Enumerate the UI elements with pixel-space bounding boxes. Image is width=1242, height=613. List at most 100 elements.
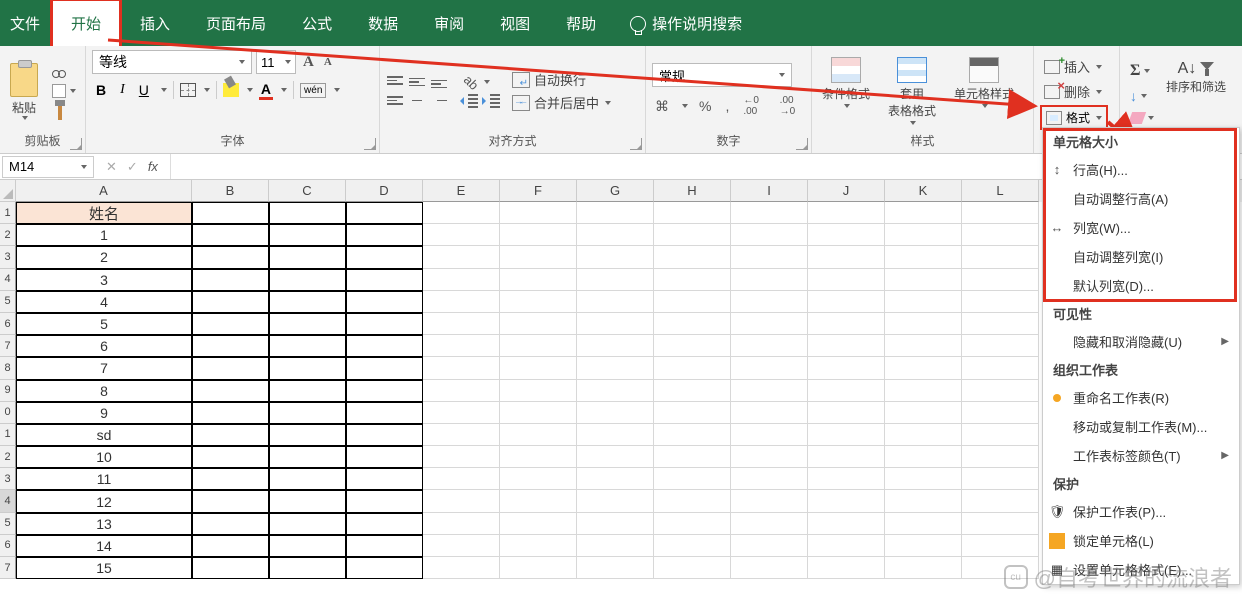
cell[interactable] [808, 446, 885, 468]
cell[interactable] [808, 335, 885, 357]
percent-button[interactable]: % [696, 96, 714, 116]
row-header[interactable]: 5 [0, 291, 16, 313]
cell[interactable] [808, 313, 885, 335]
cell[interactable] [423, 269, 500, 291]
cell[interactable] [423, 402, 500, 424]
cell[interactable] [346, 513, 423, 535]
cell[interactable] [731, 269, 808, 291]
fill-button[interactable]: ↓ [1126, 86, 1158, 106]
cell[interactable] [346, 468, 423, 490]
cell[interactable]: 5 [16, 313, 192, 335]
cell[interactable] [962, 424, 1039, 446]
cell[interactable] [962, 246, 1039, 268]
cell[interactable] [500, 246, 577, 268]
cell[interactable] [500, 335, 577, 357]
row-header[interactable]: 6 [0, 313, 16, 335]
dialog-launcher[interactable] [364, 138, 376, 150]
cell[interactable] [731, 202, 808, 224]
cell[interactable] [423, 224, 500, 246]
cell[interactable] [346, 313, 423, 335]
cell[interactable] [885, 424, 962, 446]
column-header[interactable]: C [269, 180, 346, 202]
cell[interactable] [423, 513, 500, 535]
fill-color-button[interactable] [223, 83, 239, 97]
cell[interactable]: 11 [16, 468, 192, 490]
cell[interactable] [269, 246, 346, 268]
insert-cells-button[interactable]: 插入 [1040, 55, 1108, 78]
cell[interactable] [346, 224, 423, 246]
cell[interactable] [731, 380, 808, 402]
cell[interactable]: 15 [16, 557, 192, 579]
cell[interactable] [577, 246, 654, 268]
borders-button[interactable] [180, 83, 196, 97]
cell[interactable] [808, 224, 885, 246]
cell[interactable] [808, 269, 885, 291]
cell[interactable] [654, 446, 731, 468]
cell[interactable] [423, 291, 500, 313]
cell[interactable] [577, 202, 654, 224]
decrease-decimal-button[interactable]: .00 →0 [777, 93, 805, 119]
cell[interactable] [192, 202, 269, 224]
cell[interactable] [808, 535, 885, 557]
increase-indent-button[interactable] [482, 94, 500, 108]
cell[interactable] [731, 224, 808, 246]
bold-button[interactable]: B [92, 80, 110, 100]
paste-button[interactable]: 粘贴 [6, 61, 42, 122]
number-format-combo[interactable]: 常规 [652, 63, 792, 87]
cell[interactable] [346, 490, 423, 512]
cell[interactable] [885, 291, 962, 313]
cell[interactable] [731, 246, 808, 268]
cell[interactable] [269, 424, 346, 446]
accounting-format-button[interactable]: ⌘ [652, 96, 672, 117]
cell[interactable] [731, 557, 808, 579]
cell[interactable] [423, 246, 500, 268]
cell[interactable] [577, 335, 654, 357]
cut-button[interactable] [48, 60, 80, 80]
cell[interactable] [269, 380, 346, 402]
cell[interactable] [192, 490, 269, 512]
cell[interactable] [808, 424, 885, 446]
row-header[interactable]: 9 [0, 380, 16, 402]
comma-style-button[interactable]: , [722, 96, 732, 116]
column-header[interactable]: D [346, 180, 423, 202]
cell[interactable] [654, 513, 731, 535]
cell[interactable] [577, 380, 654, 402]
underline-button[interactable]: U [135, 80, 153, 100]
cell[interactable] [500, 269, 577, 291]
row-header[interactable]: 2 [0, 224, 16, 246]
format-painter-button[interactable] [48, 102, 80, 122]
row-header[interactable]: 6 [0, 535, 16, 557]
cell[interactable]: 10 [16, 446, 192, 468]
dialog-launcher[interactable] [796, 138, 808, 150]
row-header[interactable]: 4 [0, 269, 16, 291]
cell[interactable] [808, 202, 885, 224]
row-header[interactable]: 3 [0, 246, 16, 268]
cell[interactable] [346, 202, 423, 224]
cell[interactable] [423, 357, 500, 379]
cell[interactable] [731, 357, 808, 379]
cell[interactable] [577, 424, 654, 446]
column-header[interactable]: I [731, 180, 808, 202]
cell[interactable] [577, 402, 654, 424]
cell[interactable] [500, 202, 577, 224]
cell[interactable] [500, 424, 577, 446]
cell[interactable] [885, 202, 962, 224]
column-header[interactable]: G [577, 180, 654, 202]
row-header[interactable]: 7 [0, 335, 16, 357]
cell[interactable] [654, 557, 731, 579]
cell[interactable] [500, 291, 577, 313]
cell[interactable] [192, 380, 269, 402]
dialog-launcher[interactable] [70, 138, 82, 150]
cell[interactable] [577, 557, 654, 579]
cell[interactable] [885, 224, 962, 246]
tab-view[interactable]: 视图 [482, 1, 548, 46]
cell[interactable] [885, 380, 962, 402]
cell[interactable]: 7 [16, 357, 192, 379]
cell[interactable] [731, 291, 808, 313]
font-color-button[interactable]: A [259, 81, 273, 100]
cell[interactable] [962, 490, 1039, 512]
increase-decimal-button[interactable]: ←0 .00 [740, 93, 768, 119]
cell[interactable] [269, 357, 346, 379]
cell[interactable]: 12 [16, 490, 192, 512]
cell[interactable] [577, 269, 654, 291]
